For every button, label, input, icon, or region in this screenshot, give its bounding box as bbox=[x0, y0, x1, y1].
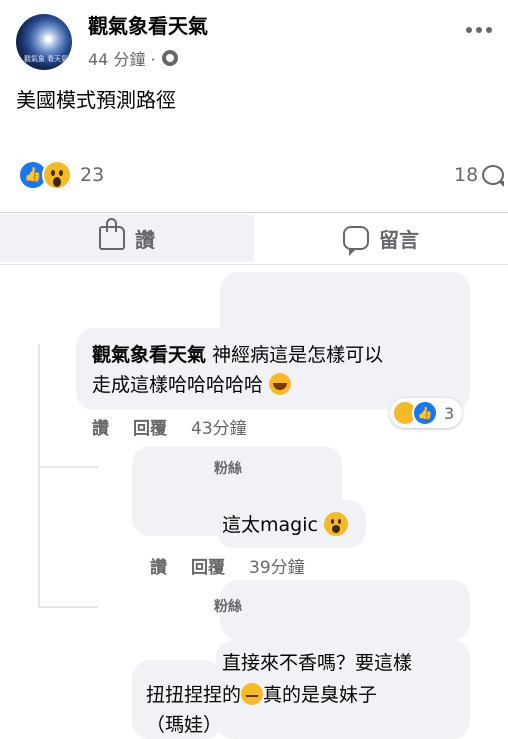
reaction-count: 23 bbox=[80, 164, 105, 186]
comment-count-number: 18 bbox=[454, 164, 479, 186]
comment-actions: 讚 回覆 39分鐘 bbox=[150, 553, 305, 578]
comment-actions: 讚 回覆 43分鐘 bbox=[92, 414, 247, 439]
globe-icon bbox=[161, 50, 178, 66]
comment-author[interactable]: 粉絲 bbox=[214, 458, 242, 478]
comment-text: 走成這樣哈哈哈哈哈 bbox=[92, 374, 264, 396]
comment-like-link[interactable]: 讚 bbox=[150, 553, 167, 578]
divider bbox=[0, 212, 508, 213]
expressionless-emoji-icon bbox=[241, 683, 264, 705]
comment-reply-link[interactable]: 回覆 bbox=[133, 414, 167, 439]
divider bbox=[0, 264, 508, 265]
comment-text: 這太magic bbox=[222, 514, 318, 536]
post-time[interactable]: 44 分鐘 · bbox=[88, 46, 156, 70]
thumbs-up-icon bbox=[99, 218, 125, 250]
comment-text: 神經病這是怎樣可以 bbox=[212, 344, 384, 366]
comment-icon bbox=[343, 226, 369, 256]
comment-text: 扭扭捏捏的 bbox=[146, 684, 242, 706]
reaction-summary[interactable]: 👍 23 bbox=[18, 160, 104, 190]
obscured-region bbox=[220, 580, 470, 640]
comment-count[interactable]: 18 bbox=[454, 164, 505, 187]
avatar-watermark: 觀氣象 看天氣 bbox=[24, 55, 69, 63]
page-avatar[interactable]: 觀氣象 看天氣 bbox=[16, 14, 72, 70]
comment-body: 扭扭捏捏的 真的是臭妹子 bbox=[146, 680, 377, 710]
comment-body: 觀氣象看天氣 神經病這是怎樣可以 走成這樣哈哈哈哈哈 bbox=[92, 340, 462, 400]
comment-reply-link[interactable]: 回覆 bbox=[191, 553, 225, 578]
action-bar: 讚 留言 bbox=[0, 214, 508, 262]
post-text: 美國模式預測路徑 bbox=[16, 88, 176, 112]
like-button-label: 讚 bbox=[135, 227, 155, 252]
comment-like-link[interactable]: 讚 bbox=[92, 414, 109, 439]
comment-time[interactable]: 39分鐘 bbox=[249, 553, 305, 578]
comment-text: 直接來不香嗎？要這樣 bbox=[222, 652, 413, 674]
comment-button[interactable]: 留言 bbox=[254, 214, 508, 262]
comment-bubble-icon bbox=[482, 165, 505, 187]
wow-reaction-icon bbox=[42, 160, 72, 190]
laughing-emoji-icon bbox=[269, 373, 292, 395]
more-options-icon[interactable] bbox=[466, 22, 496, 38]
thread-line bbox=[38, 606, 98, 608]
comment-reaction-count: 3 bbox=[444, 403, 455, 423]
comment-author[interactable]: 觀氣象看天氣 bbox=[92, 344, 206, 366]
comment-button-label: 留言 bbox=[379, 227, 419, 252]
comment-author[interactable]: 粉絲 bbox=[214, 596, 242, 616]
post-meta: 44 分鐘 · bbox=[88, 46, 178, 70]
comment-reactions[interactable]: 👍 3 bbox=[390, 398, 463, 428]
page-name[interactable]: 觀氣象看天氣 bbox=[88, 10, 208, 39]
comment-time[interactable]: 43分鐘 bbox=[191, 414, 247, 439]
astonished-emoji-icon bbox=[323, 512, 348, 536]
comment-body: 這太magic bbox=[222, 510, 348, 540]
thread-line bbox=[38, 344, 40, 608]
thread-line bbox=[38, 466, 98, 468]
comment-text: （瑪娃） bbox=[146, 714, 223, 736]
comment-text: 真的是臭妹子 bbox=[263, 684, 378, 706]
like-reaction-icon: 👍 bbox=[412, 400, 438, 426]
like-button[interactable]: 讚 bbox=[0, 214, 254, 262]
